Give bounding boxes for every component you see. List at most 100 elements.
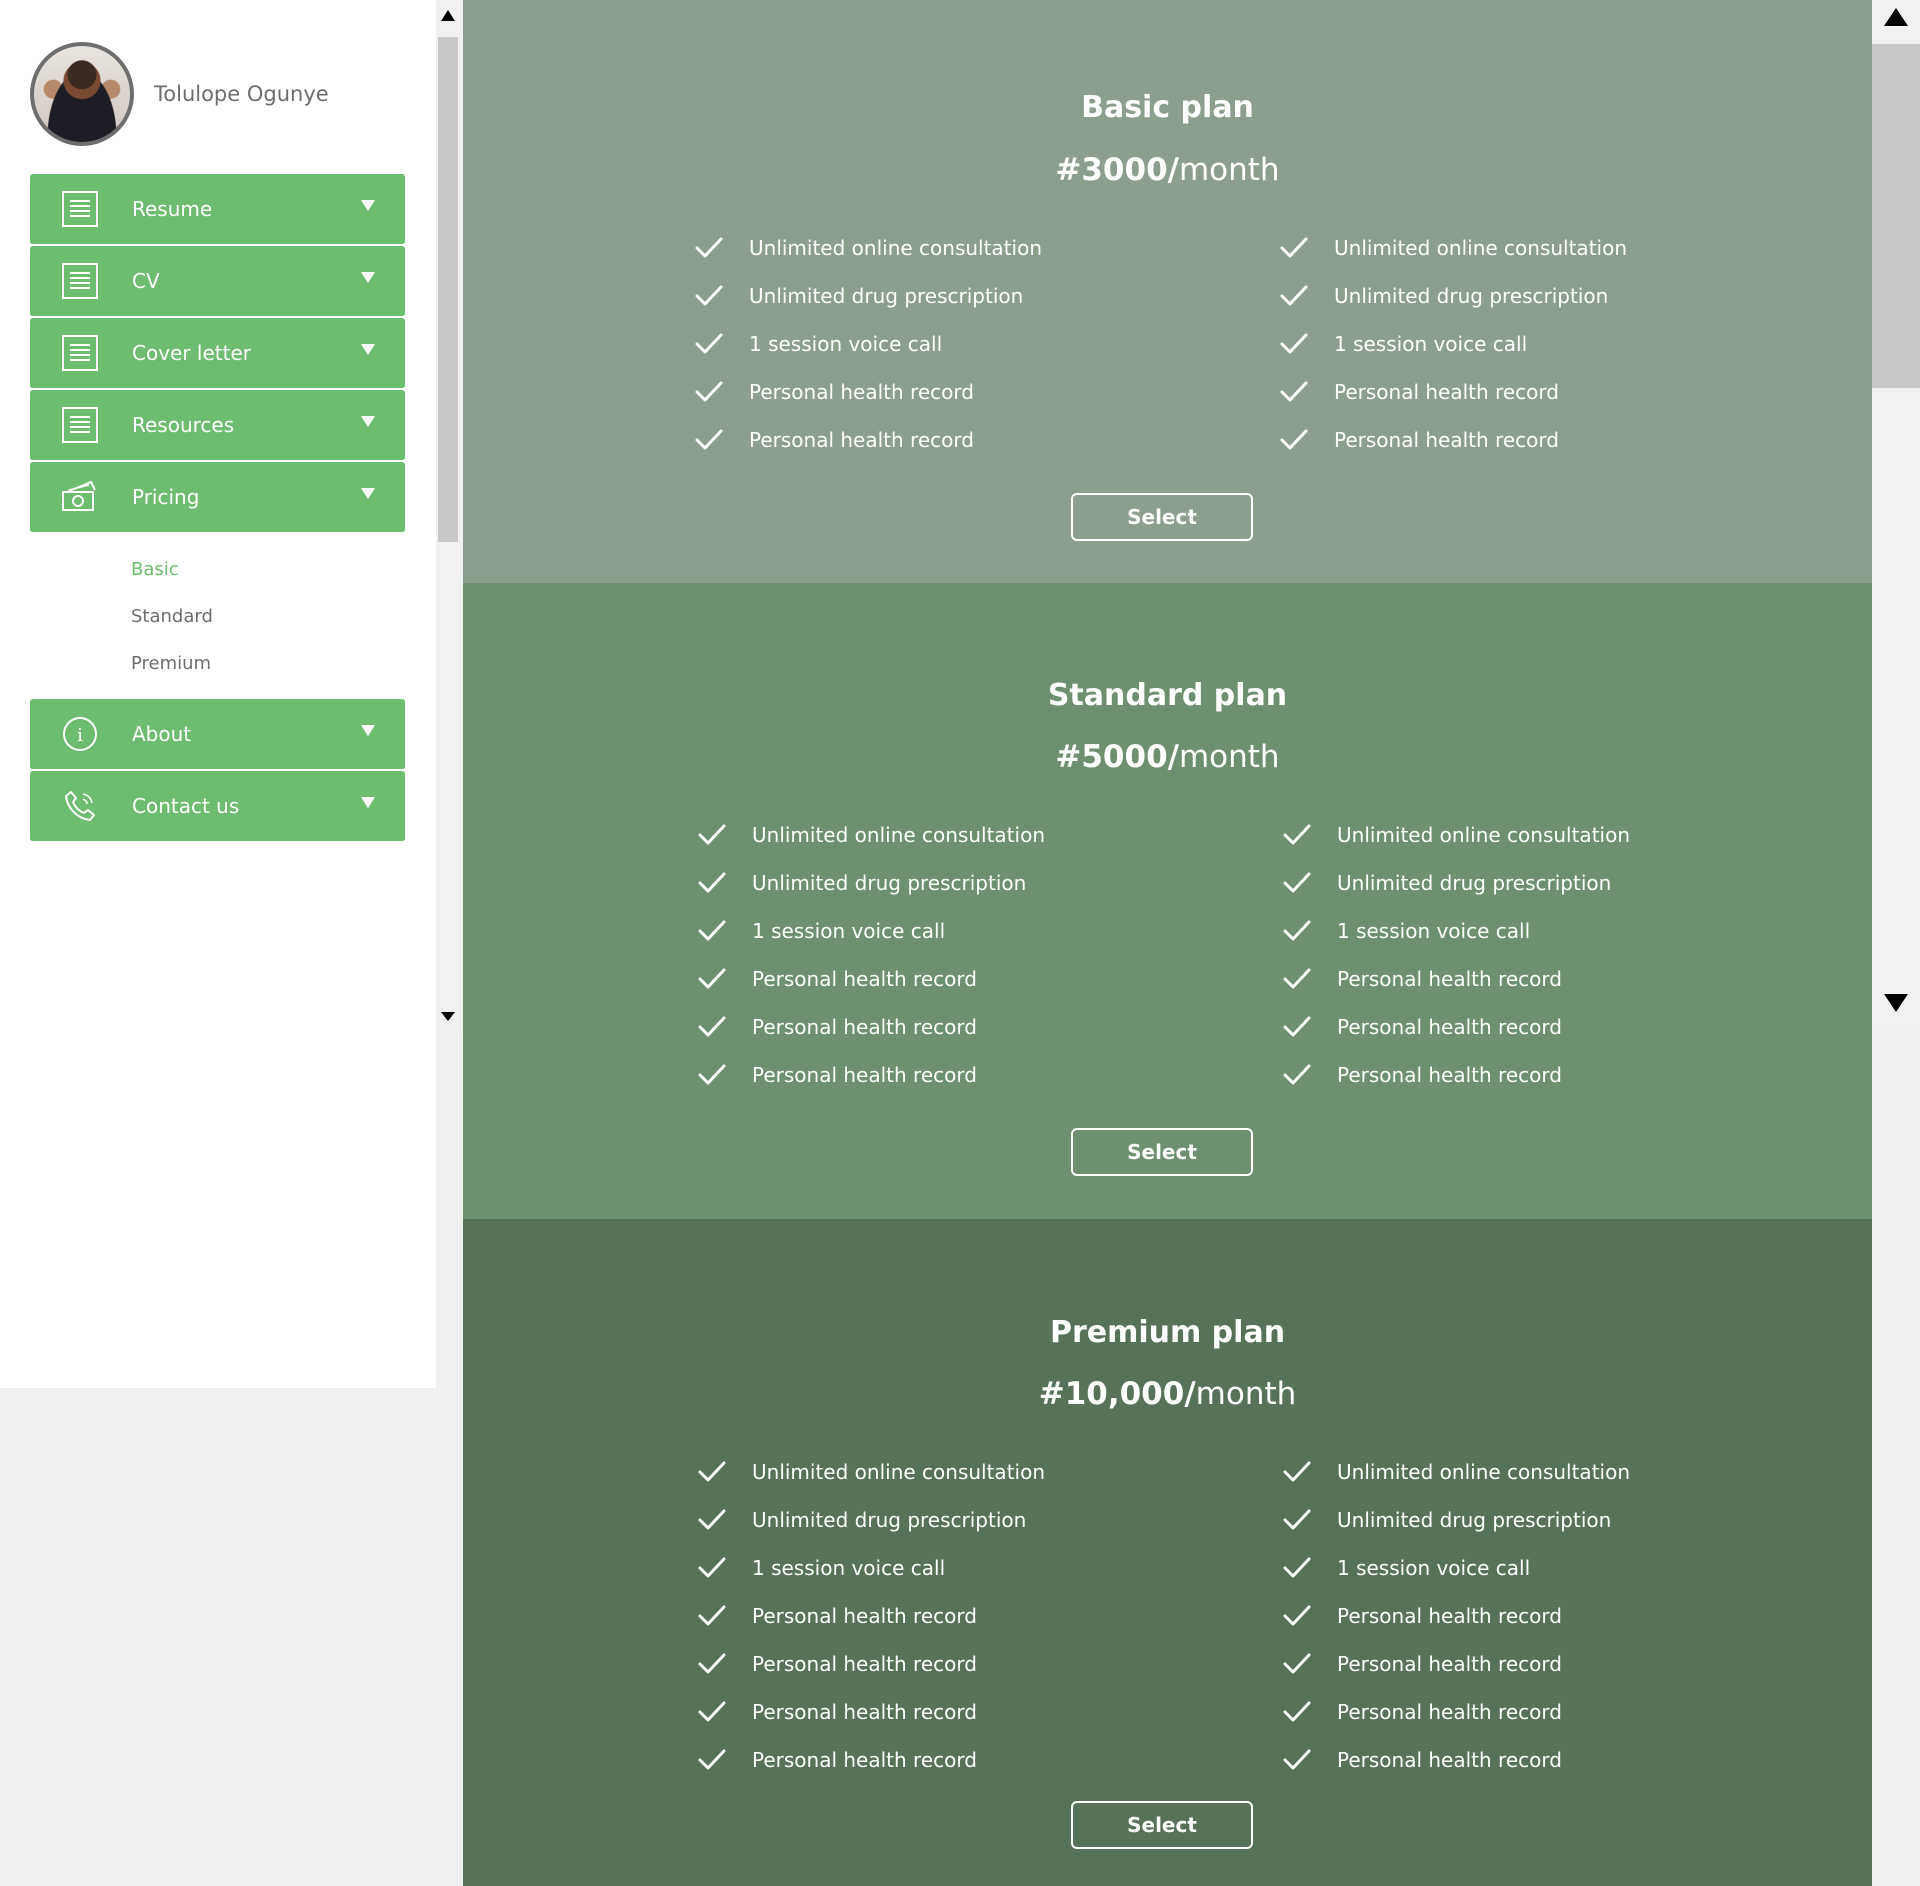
features-right: Unlimited online consultation Unlimited d… <box>1280 224 1627 464</box>
feature-item: Personal health record <box>695 368 1280 416</box>
scroll-down-icon[interactable] <box>441 1012 455 1021</box>
feature-label: 1 session voice call <box>1337 919 1531 943</box>
check-icon <box>698 1509 726 1530</box>
check-icon <box>698 1557 726 1578</box>
sidebar-item-contact-us[interactable]: Contact us <box>30 771 405 842</box>
check-icon <box>1283 968 1311 989</box>
document-icon <box>60 405 100 445</box>
feature-item: Unlimited drug prescription <box>695 272 1280 320</box>
feature-label: Personal health record <box>752 1748 977 1772</box>
feature-label: Unlimited drug prescription <box>1334 284 1609 308</box>
feature-item: Personal health record <box>1280 416 1627 464</box>
feature-label: Personal health record <box>1337 1748 1562 1772</box>
feature-label: Unlimited online consultation <box>1334 236 1627 260</box>
plan-premium: Premium plan #10,000/month Unlimited onl… <box>463 1219 1872 1886</box>
feature-label: Unlimited drug prescription <box>1337 1508 1612 1532</box>
submenu-item-premium[interactable]: Premium <box>30 640 405 687</box>
sidebar-item-pricing[interactable]: Pricing <box>30 462 405 533</box>
select-basic-button[interactable]: Select <box>1071 493 1253 541</box>
sidebar-item-label: Contact us <box>132 794 240 818</box>
caret-down-icon <box>361 416 375 427</box>
feature-label: Personal health record <box>752 1063 977 1087</box>
feature-label: Personal health record <box>1337 967 1562 991</box>
sidebar-item-resources[interactable]: Resources <box>30 390 405 461</box>
feature-label: Unlimited online consultation <box>1337 1460 1630 1484</box>
sidebar-item-label: CV <box>132 269 160 293</box>
sidebar-item-label: Cover letter <box>132 341 251 365</box>
feature-item: Unlimited online consultation <box>698 811 1283 859</box>
plan-title: Basic plan <box>1081 90 1254 125</box>
check-icon <box>695 381 723 402</box>
sidebar-scrollbar-thumb[interactable] <box>438 37 458 542</box>
feature-label: Unlimited online consultation <box>749 236 1042 260</box>
feature-item: 1 session voice call <box>1283 1544 1630 1592</box>
scroll-up-icon[interactable] <box>441 10 455 21</box>
check-icon <box>698 1701 726 1722</box>
check-icon <box>1280 285 1308 306</box>
select-standard-button[interactable]: Select <box>1071 1128 1253 1176</box>
feature-label: 1 session voice call <box>752 1556 946 1580</box>
price-amount: #10,000/ <box>1038 1376 1196 1412</box>
check-icon <box>698 872 726 893</box>
check-icon <box>1283 1701 1311 1722</box>
submenu-item-standard[interactable]: Standard <box>30 593 405 640</box>
plan-price: #10,000/month <box>463 1376 1872 1412</box>
sidebar-item-cover-letter[interactable]: Cover letter <box>30 318 405 389</box>
feature-label: Personal health record <box>1334 380 1559 404</box>
feature-item: Personal health record <box>1283 1640 1630 1688</box>
feature-label: Unlimited online consultation <box>752 823 1045 847</box>
feature-item: Unlimited drug prescription <box>1283 859 1630 907</box>
feature-label: Personal health record <box>752 1604 977 1628</box>
feature-label: Unlimited online consultation <box>752 1460 1045 1484</box>
sidebar-item-about[interactable]: i About <box>30 699 405 770</box>
feature-label: Personal health record <box>749 380 974 404</box>
check-icon <box>1283 824 1311 845</box>
check-icon <box>1283 1749 1311 1770</box>
check-icon <box>1283 1461 1311 1482</box>
scroll-down-icon[interactable] <box>1884 994 1908 1012</box>
sidebar-item-label: Resume <box>132 197 213 221</box>
caret-down-icon <box>361 797 375 808</box>
check-icon <box>1283 920 1311 941</box>
feature-item: Personal health record <box>1283 1003 1630 1051</box>
sidebar-item-cv[interactable]: CV <box>30 246 405 317</box>
document-icon <box>60 261 100 301</box>
scroll-up-icon[interactable] <box>1884 8 1908 26</box>
feature-item: Personal health record <box>1283 1051 1630 1099</box>
document-icon <box>60 189 100 229</box>
features-left: Unlimited online consultation Unlimited d… <box>698 811 1283 1099</box>
profile: Tolulope Ogunye <box>30 42 329 146</box>
sidebar-item-resume[interactable]: Resume <box>30 174 405 245</box>
document-icon <box>60 333 100 373</box>
info-icon: i <box>60 714 100 754</box>
feature-label: Personal health record <box>1337 1015 1562 1039</box>
check-icon <box>698 1064 726 1085</box>
submenu-item-basic[interactable]: Basic <box>30 546 405 593</box>
check-icon <box>698 1605 726 1626</box>
caret-down-icon <box>361 200 375 211</box>
avatar <box>30 42 134 146</box>
feature-item: Personal health record <box>1283 1688 1630 1736</box>
sidebar-item-label: About <box>132 722 192 746</box>
price-period: month <box>1178 739 1280 775</box>
feature-item: Unlimited drug prescription <box>1283 1496 1630 1544</box>
features: Unlimited online consultation Unlimited d… <box>695 224 1655 464</box>
check-icon <box>1283 1509 1311 1530</box>
price-amount: #3000/ <box>1055 152 1179 188</box>
feature-item: Personal health record <box>1283 1736 1630 1784</box>
feature-item: Unlimited drug prescription <box>698 859 1283 907</box>
features-right: Unlimited online consultation Unlimited d… <box>1283 811 1630 1099</box>
feature-label: Personal health record <box>1337 1652 1562 1676</box>
feature-label: Personal health record <box>1337 1063 1562 1087</box>
select-premium-button[interactable]: Select <box>1071 1801 1253 1849</box>
check-icon <box>698 1461 726 1482</box>
feature-label: Unlimited drug prescription <box>749 284 1024 308</box>
plan-price: #5000/month <box>463 739 1872 775</box>
pricing-main: Basic plan #3000/month Unlimited online … <box>463 0 1872 1886</box>
main-scrollbar-thumb[interactable] <box>1872 44 1920 388</box>
sidebar: Tolulope Ogunye Resume CV Cover letter R… <box>0 0 436 1388</box>
features: Unlimited online consultation Unlimited d… <box>698 1448 1658 1784</box>
profile-name: Tolulope Ogunye <box>154 82 329 106</box>
caret-down-icon <box>361 344 375 355</box>
feature-label: Personal health record <box>752 967 977 991</box>
